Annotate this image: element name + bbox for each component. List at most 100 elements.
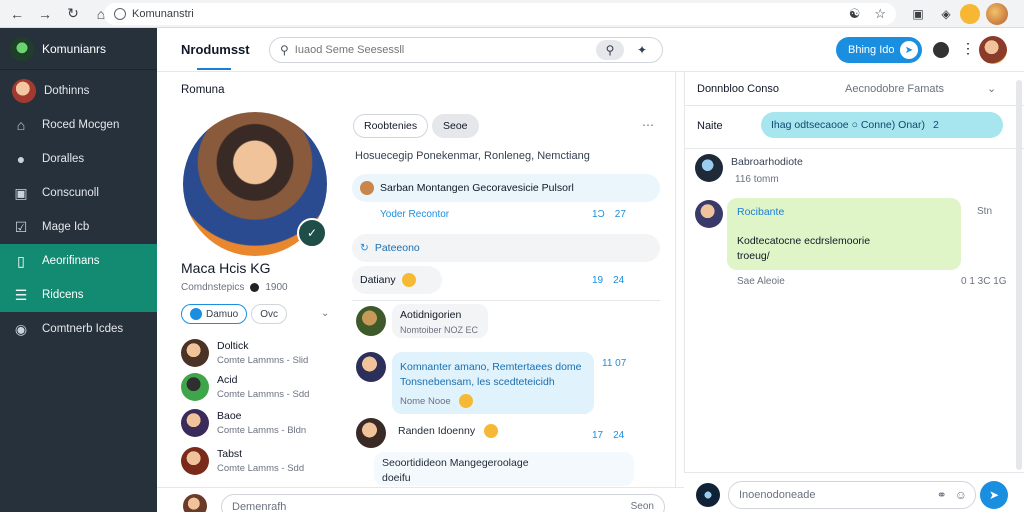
tab-recommended[interactable]: Roobtenies [353, 114, 429, 138]
feed-actions: 17 24 [592, 430, 624, 441]
chat-header: Donnbloo Conso Aecnodobre Famats ⌄ [685, 72, 1024, 106]
sidebar-item-home[interactable]: ⌂ Roced Mocgen [0, 108, 157, 142]
chat-header-left[interactable]: Donnbloo Conso [697, 83, 779, 95]
chat-header-right[interactable]: Aecnodobre Famats [845, 83, 944, 95]
message-avatar[interactable] [356, 352, 386, 382]
meta-count: 1900 [265, 282, 288, 293]
feed-card[interactable]: ↻ Pateeono [352, 234, 660, 262]
filter-badge: 2 [933, 119, 939, 131]
chevron-down-icon[interactable]: ⌄ [321, 308, 329, 319]
composer-avatar [183, 494, 207, 512]
forward-arrow-icon[interactable]: → [34, 3, 56, 25]
search-bar[interactable]: ⚲ ⚲ ✦ [269, 37, 663, 63]
chat-avatar[interactable] [695, 200, 723, 228]
friend-name: Baoe [217, 410, 242, 422]
cta-arrow-icon: ➤ [900, 41, 918, 59]
sidebar-item-saved[interactable]: ▯ Aeorifinans [0, 244, 157, 278]
profile-meta: Comdnstepics 1900 [181, 282, 288, 293]
menu-icon: ☰ [14, 286, 28, 303]
chat-filter-pill[interactable]: Ihag odtsecaooe ○ Conne) Onar) 2 [761, 112, 1003, 138]
cta-button[interactable]: Bhing Ido ➤ [836, 37, 922, 63]
message-avatar[interactable] [356, 306, 386, 336]
composer-send-label[interactable]: Seon [631, 501, 654, 512]
feed-composer: Demenrafh Seon [157, 487, 684, 512]
sidebar-item-feed[interactable]: ☰ Ridcens [0, 278, 157, 312]
feed-card[interactable]: Sarban Montangen Gecoravesicie Pulsorl [352, 174, 660, 202]
friend-sub: Comte Lammns - Sdd [217, 389, 310, 400]
friend-item[interactable]: Doltick Comte Lammns - Slid [181, 336, 341, 370]
sidebar-item-profile[interactable]: Dothinns [0, 74, 157, 108]
refresh-icon[interactable]: ↻ [62, 3, 84, 25]
emoji-icon[interactable]: ☺ [955, 488, 967, 502]
chat-message-bubble: Rocibante Kodtecatocne ecdrslemoorie tro… [727, 198, 961, 270]
message-line: doeifu [382, 472, 411, 484]
sidebar-item-messages[interactable]: ● Doralles [0, 142, 157, 176]
friend-name: Tabst [217, 448, 243, 460]
reaction-count[interactable]: 1Ɔ [592, 209, 605, 220]
friend-avatar [181, 373, 209, 401]
friend-item[interactable]: Tabst Comte Lamms - Sdd [181, 444, 341, 478]
sidebar-item-inbox[interactable]: ▣ Conscunoll [0, 176, 157, 210]
tab-see[interactable]: Seoe [432, 114, 479, 138]
profile-chips: Damuo Ovc [181, 304, 288, 324]
chip-secondary[interactable]: Ovc [251, 304, 288, 324]
site-info-icon[interactable] [114, 8, 126, 20]
page-title: Nrodumsst [181, 42, 250, 57]
address-bar[interactable]: Komunanstri ☯ ☆ [104, 3, 896, 25]
more-vertical-icon[interactable]: ⋮ [961, 40, 975, 57]
reaction-count[interactable]: 17 [592, 430, 603, 441]
toggle-icon [190, 308, 202, 320]
send-button[interactable]: ➤ [980, 481, 1008, 509]
feed-card-text: Sarban Montangen Gecoravesicie Pulsorl [380, 182, 574, 194]
brand[interactable]: Komunianrs [0, 28, 157, 70]
sparkle-icon[interactable]: ✦ [630, 40, 654, 60]
message-bubble: Seoortidideon Mangegeroolage doeifu [374, 452, 634, 486]
sidebar-item-label: Ridcens [42, 289, 84, 301]
chip-label: Damuo [206, 308, 239, 320]
bomb-icon[interactable] [933, 42, 949, 58]
user-avatar[interactable] [979, 36, 1007, 64]
chat-message-line: Kodtecatocne ecdrslemoorie [737, 235, 871, 247]
smile-emoji-icon[interactable] [459, 394, 474, 409]
friend-item[interactable]: Baoe Comte Lamms - Bldn [181, 406, 341, 440]
chip-toggle[interactable]: Damuo [181, 304, 248, 324]
scrollbar[interactable] [1016, 80, 1022, 470]
friend-item[interactable]: Acid Comte Lammns - Sdd [181, 370, 341, 404]
reply-count[interactable]: 27 [615, 209, 626, 220]
feed-composer-input[interactable]: Demenrafh Seon [221, 494, 665, 512]
message-avatar[interactable] [356, 418, 386, 448]
smile-emoji-icon [401, 273, 416, 287]
search-submit-icon[interactable]: ⚲ [596, 40, 624, 60]
friend-sub: Comte Lamms - Bldn [217, 425, 307, 436]
chevron-down-icon[interactable]: ⌄ [987, 82, 996, 95]
profile-panel: Romuna ✓ Maca Hcis KG Comdnstepics 1900 … [157, 72, 340, 487]
bookmark-star-icon[interactable]: ☆ [874, 6, 886, 22]
message-bubble: Randen Idoenny [392, 420, 532, 446]
puzzle-icon[interactable]: ◈ [936, 4, 956, 24]
chat-composer-input[interactable]: Inoenodoneade ⚭ ☺ [728, 481, 976, 509]
search-input[interactable] [294, 44, 595, 56]
verified-badge-icon: ✓ [297, 218, 327, 248]
friend-sub: Comte Lammns - Slid [217, 355, 309, 366]
reaction-count[interactable]: 19 [592, 275, 603, 286]
sidebar-item-settings[interactable]: ◉ Comtnerb Icdes [0, 312, 157, 346]
message-title: Aotidnigorien [400, 309, 462, 321]
extension-icon[interactable]: ▣ [908, 4, 928, 24]
profile-avatar[interactable]: ✓ [183, 112, 327, 256]
browser-profile-avatar[interactable] [986, 3, 1008, 25]
more-horizontal-icon[interactable]: ⋯ [642, 118, 655, 132]
feed-actions: 19 24 [592, 275, 624, 286]
back-arrow-icon[interactable]: ← [6, 3, 28, 25]
link-icon: ↻ [360, 242, 369, 254]
friend-name: Acid [217, 374, 238, 386]
feed-card[interactable]: Datiany [352, 266, 442, 294]
chat-avatar[interactable] [695, 154, 723, 182]
friend-avatar [181, 447, 209, 475]
cast-icon[interactable]: ☯ [849, 6, 861, 22]
emoji-extension-icon[interactable] [960, 4, 980, 24]
sidebar: Komunianrs Dothinns ⌂ Roced Mocgen ● Dor… [0, 28, 157, 512]
reply-count[interactable]: 24 [613, 275, 624, 286]
sidebar-item-tasks[interactable]: ☑ Mage Icb [0, 210, 157, 244]
reply-count[interactable]: 24 [613, 430, 624, 441]
attach-icon[interactable]: ⚭ [937, 488, 947, 502]
